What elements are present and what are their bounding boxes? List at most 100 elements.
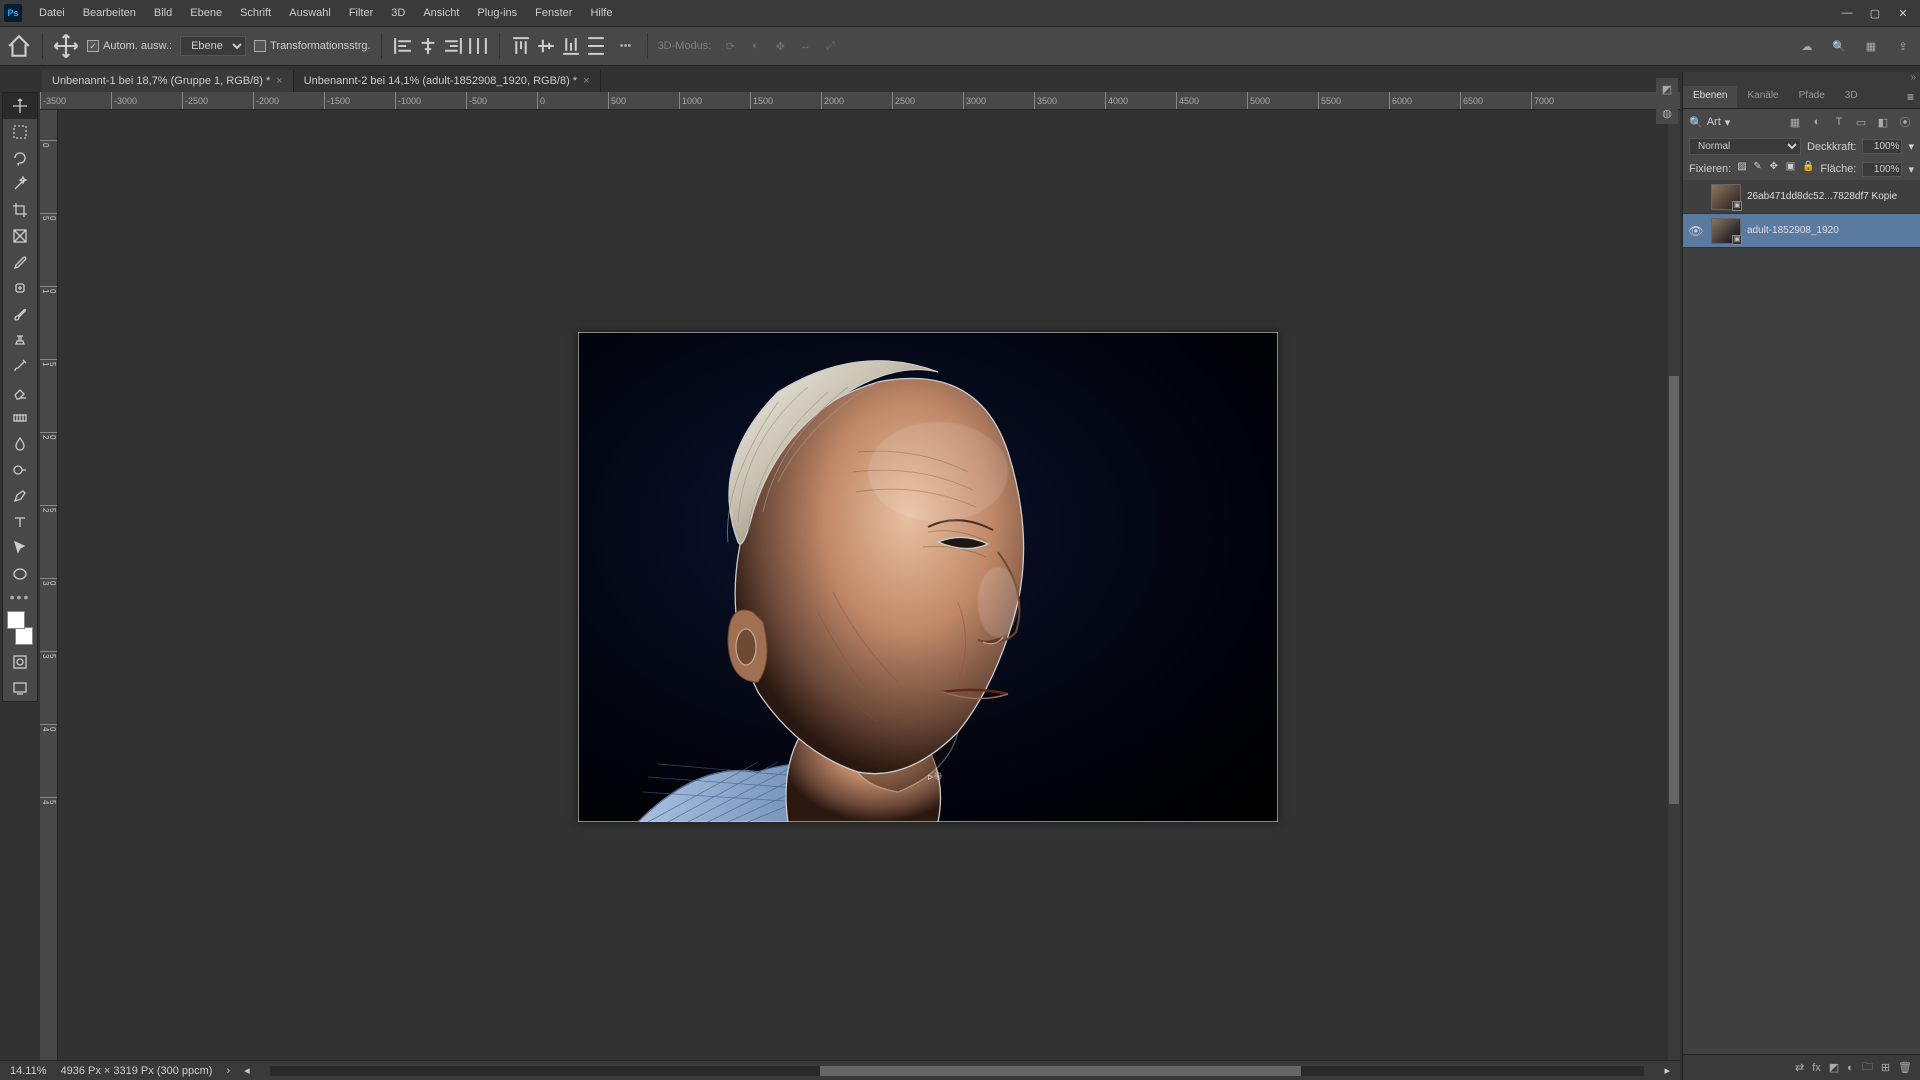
filter-smart-icon[interactable]: ◧ [1874, 113, 1892, 131]
more-options-icon[interactable]: ••• [615, 35, 637, 57]
color-swatches[interactable] [7, 611, 33, 645]
pen-tool[interactable] [3, 483, 37, 509]
eyedropper-tool[interactable] [3, 249, 37, 275]
lasso-tool[interactable] [3, 145, 37, 171]
lock-all-icon[interactable]: 🔒 [1802, 161, 1814, 177]
horizontal-scrollbar[interactable] [270, 1066, 1645, 1076]
close-icon[interactable]: × [583, 75, 589, 87]
tab-kanaele[interactable]: Kanäle [1737, 86, 1788, 108]
close-button[interactable]: ✕ [1890, 4, 1916, 22]
menu-fenster[interactable]: Fenster [526, 3, 581, 23]
eraser-tool[interactable] [3, 379, 37, 405]
horizontal-ruler[interactable]: -3500-3000-2500-2000-1500-1000-500050010… [40, 92, 1680, 110]
align-right-icon[interactable] [442, 35, 464, 57]
fill-chevron-icon[interactable]: ▾ [1908, 163, 1914, 176]
home-icon[interactable] [6, 33, 32, 59]
align-left-icon[interactable] [392, 35, 414, 57]
align-middle-icon[interactable] [535, 35, 557, 57]
tab-ebenen[interactable]: Ebenen [1683, 86, 1737, 108]
status-chevron-icon[interactable]: › [226, 1065, 230, 1077]
document-dimensions[interactable]: 4936 Px × 3319 Px (300 ppcm) [61, 1065, 213, 1077]
layer-row[interactable]: 👁 ▣ adult-1852908_1920 [1683, 214, 1920, 248]
menu-plugins[interactable]: Plug-ins [468, 3, 526, 23]
blend-mode-select[interactable]: Normal [1689, 138, 1801, 155]
document-tab[interactable]: Unbenannt-2 bei 14,1% (adult-1852908_192… [294, 70, 601, 92]
opacity-input[interactable] [1862, 139, 1902, 154]
properties-panel-icon[interactable]: ◍ [1656, 102, 1678, 124]
screen-mode-tool[interactable] [3, 675, 37, 701]
visibility-toggle[interactable]: 👁 [1687, 224, 1705, 238]
tab-3d[interactable]: 3D [1835, 86, 1868, 108]
cloud-docs-icon[interactable]: ☁ [1796, 35, 1818, 57]
panel-collapse[interactable]: » [1683, 72, 1920, 86]
move-tool[interactable] [3, 93, 37, 119]
dodge-tool[interactable] [3, 457, 37, 483]
align-bottom-icon[interactable] [560, 35, 582, 57]
distribute-h-icon[interactable] [467, 35, 489, 57]
menu-bearbeiten[interactable]: Bearbeiten [74, 3, 145, 23]
lock-artboard-icon[interactable]: ▣ [1786, 161, 1796, 177]
layer-style-icon[interactable]: fx [1812, 1062, 1821, 1074]
search-icon[interactable]: 🔍 [1828, 35, 1850, 57]
scroll-left-icon[interactable]: ◂ [244, 1064, 250, 1077]
layer-row[interactable]: ▣ 26ab471dd8dc52...7828df7 Kopie [1683, 180, 1920, 214]
align-top-icon[interactable] [510, 35, 532, 57]
minimize-button[interactable]: — [1834, 4, 1860, 22]
layer-name[interactable]: 26ab471dd8dc52...7828df7 Kopie [1747, 191, 1916, 202]
quick-mask-tool[interactable] [3, 649, 37, 675]
history-brush-tool[interactable] [3, 353, 37, 379]
filter-toggle-icon[interactable]: ⦿ [1896, 113, 1914, 131]
link-layers-icon[interactable]: ⇄ [1795, 1061, 1804, 1074]
lock-transparency-icon[interactable]: ▨ [1737, 161, 1747, 177]
menu-auswahl[interactable]: Auswahl [280, 3, 340, 23]
share-icon[interactable]: ⇪ [1892, 35, 1914, 57]
type-tool[interactable] [3, 509, 37, 535]
new-layer-icon[interactable]: ⊞ [1881, 1061, 1890, 1074]
menu-filter[interactable]: Filter [340, 3, 382, 23]
shape-tool[interactable] [3, 561, 37, 587]
workspace-icon[interactable]: ▦ [1860, 35, 1882, 57]
auto-select-checkbox[interactable]: Autom. ausw.: [87, 40, 172, 52]
delete-layer-icon[interactable]: 🗑 [1898, 1061, 1912, 1074]
layer-name[interactable]: adult-1852908_1920 [1747, 225, 1916, 236]
opacity-chevron-icon[interactable]: ▾ [1908, 140, 1914, 153]
align-center-h-icon[interactable] [417, 35, 439, 57]
gradient-tool[interactable] [3, 405, 37, 431]
group-icon[interactable]: 🗀 [1862, 1058, 1873, 1077]
tab-pfade[interactable]: Pfade [1789, 86, 1835, 108]
vertical-scrollbar[interactable] [1668, 110, 1680, 1060]
filter-type-icon[interactable]: T [1830, 113, 1848, 131]
document-image[interactable] [578, 332, 1278, 822]
path-selection-tool[interactable] [3, 535, 37, 561]
crop-tool[interactable] [3, 197, 37, 223]
transform-controls-checkbox[interactable]: Transformationsstrg. [254, 40, 370, 52]
marquee-tool[interactable] [3, 119, 37, 145]
healing-brush-tool[interactable] [3, 275, 37, 301]
filter-adjust-icon[interactable]: ◐ [1808, 113, 1826, 131]
layer-thumbnail[interactable]: ▣ [1711, 218, 1741, 244]
filter-type[interactable]: Art [1707, 116, 1721, 128]
adjustment-layer-icon[interactable]: ◐ [1847, 1062, 1854, 1074]
scroll-right-icon[interactable]: ▸ [1664, 1064, 1670, 1077]
filter-shape-icon[interactable]: ▭ [1852, 113, 1870, 131]
menu-hilfe[interactable]: Hilfe [581, 3, 621, 23]
frame-tool[interactable] [3, 223, 37, 249]
menu-schrift[interactable]: Schrift [231, 3, 280, 23]
blur-tool[interactable] [3, 431, 37, 457]
auto-select-target[interactable]: Ebene [180, 36, 246, 56]
lock-position-icon[interactable]: ✥ [1770, 161, 1780, 177]
history-panel-icon[interactable]: ◩ [1656, 78, 1678, 100]
brush-tool[interactable] [3, 301, 37, 327]
close-icon[interactable]: × [276, 75, 282, 87]
zoom-level[interactable]: 14.11% [10, 1065, 47, 1077]
maximize-button[interactable]: ▢ [1862, 4, 1888, 22]
move-tool-icon[interactable] [53, 33, 79, 59]
edit-toolbar[interactable]: ••• [3, 587, 37, 607]
menu-3d[interactable]: 3D [382, 3, 414, 23]
lock-pixels-icon[interactable]: ✎ [1753, 161, 1763, 177]
document-tab[interactable]: Unbenannt-1 bei 18,7% (Gruppe 1, RGB/8) … [42, 70, 294, 92]
menu-ebene[interactable]: Ebene [181, 3, 231, 23]
magic-wand-tool[interactable] [3, 171, 37, 197]
menu-datei[interactable]: Datei [30, 3, 74, 23]
layer-mask-icon[interactable]: ◩ [1829, 1061, 1839, 1074]
